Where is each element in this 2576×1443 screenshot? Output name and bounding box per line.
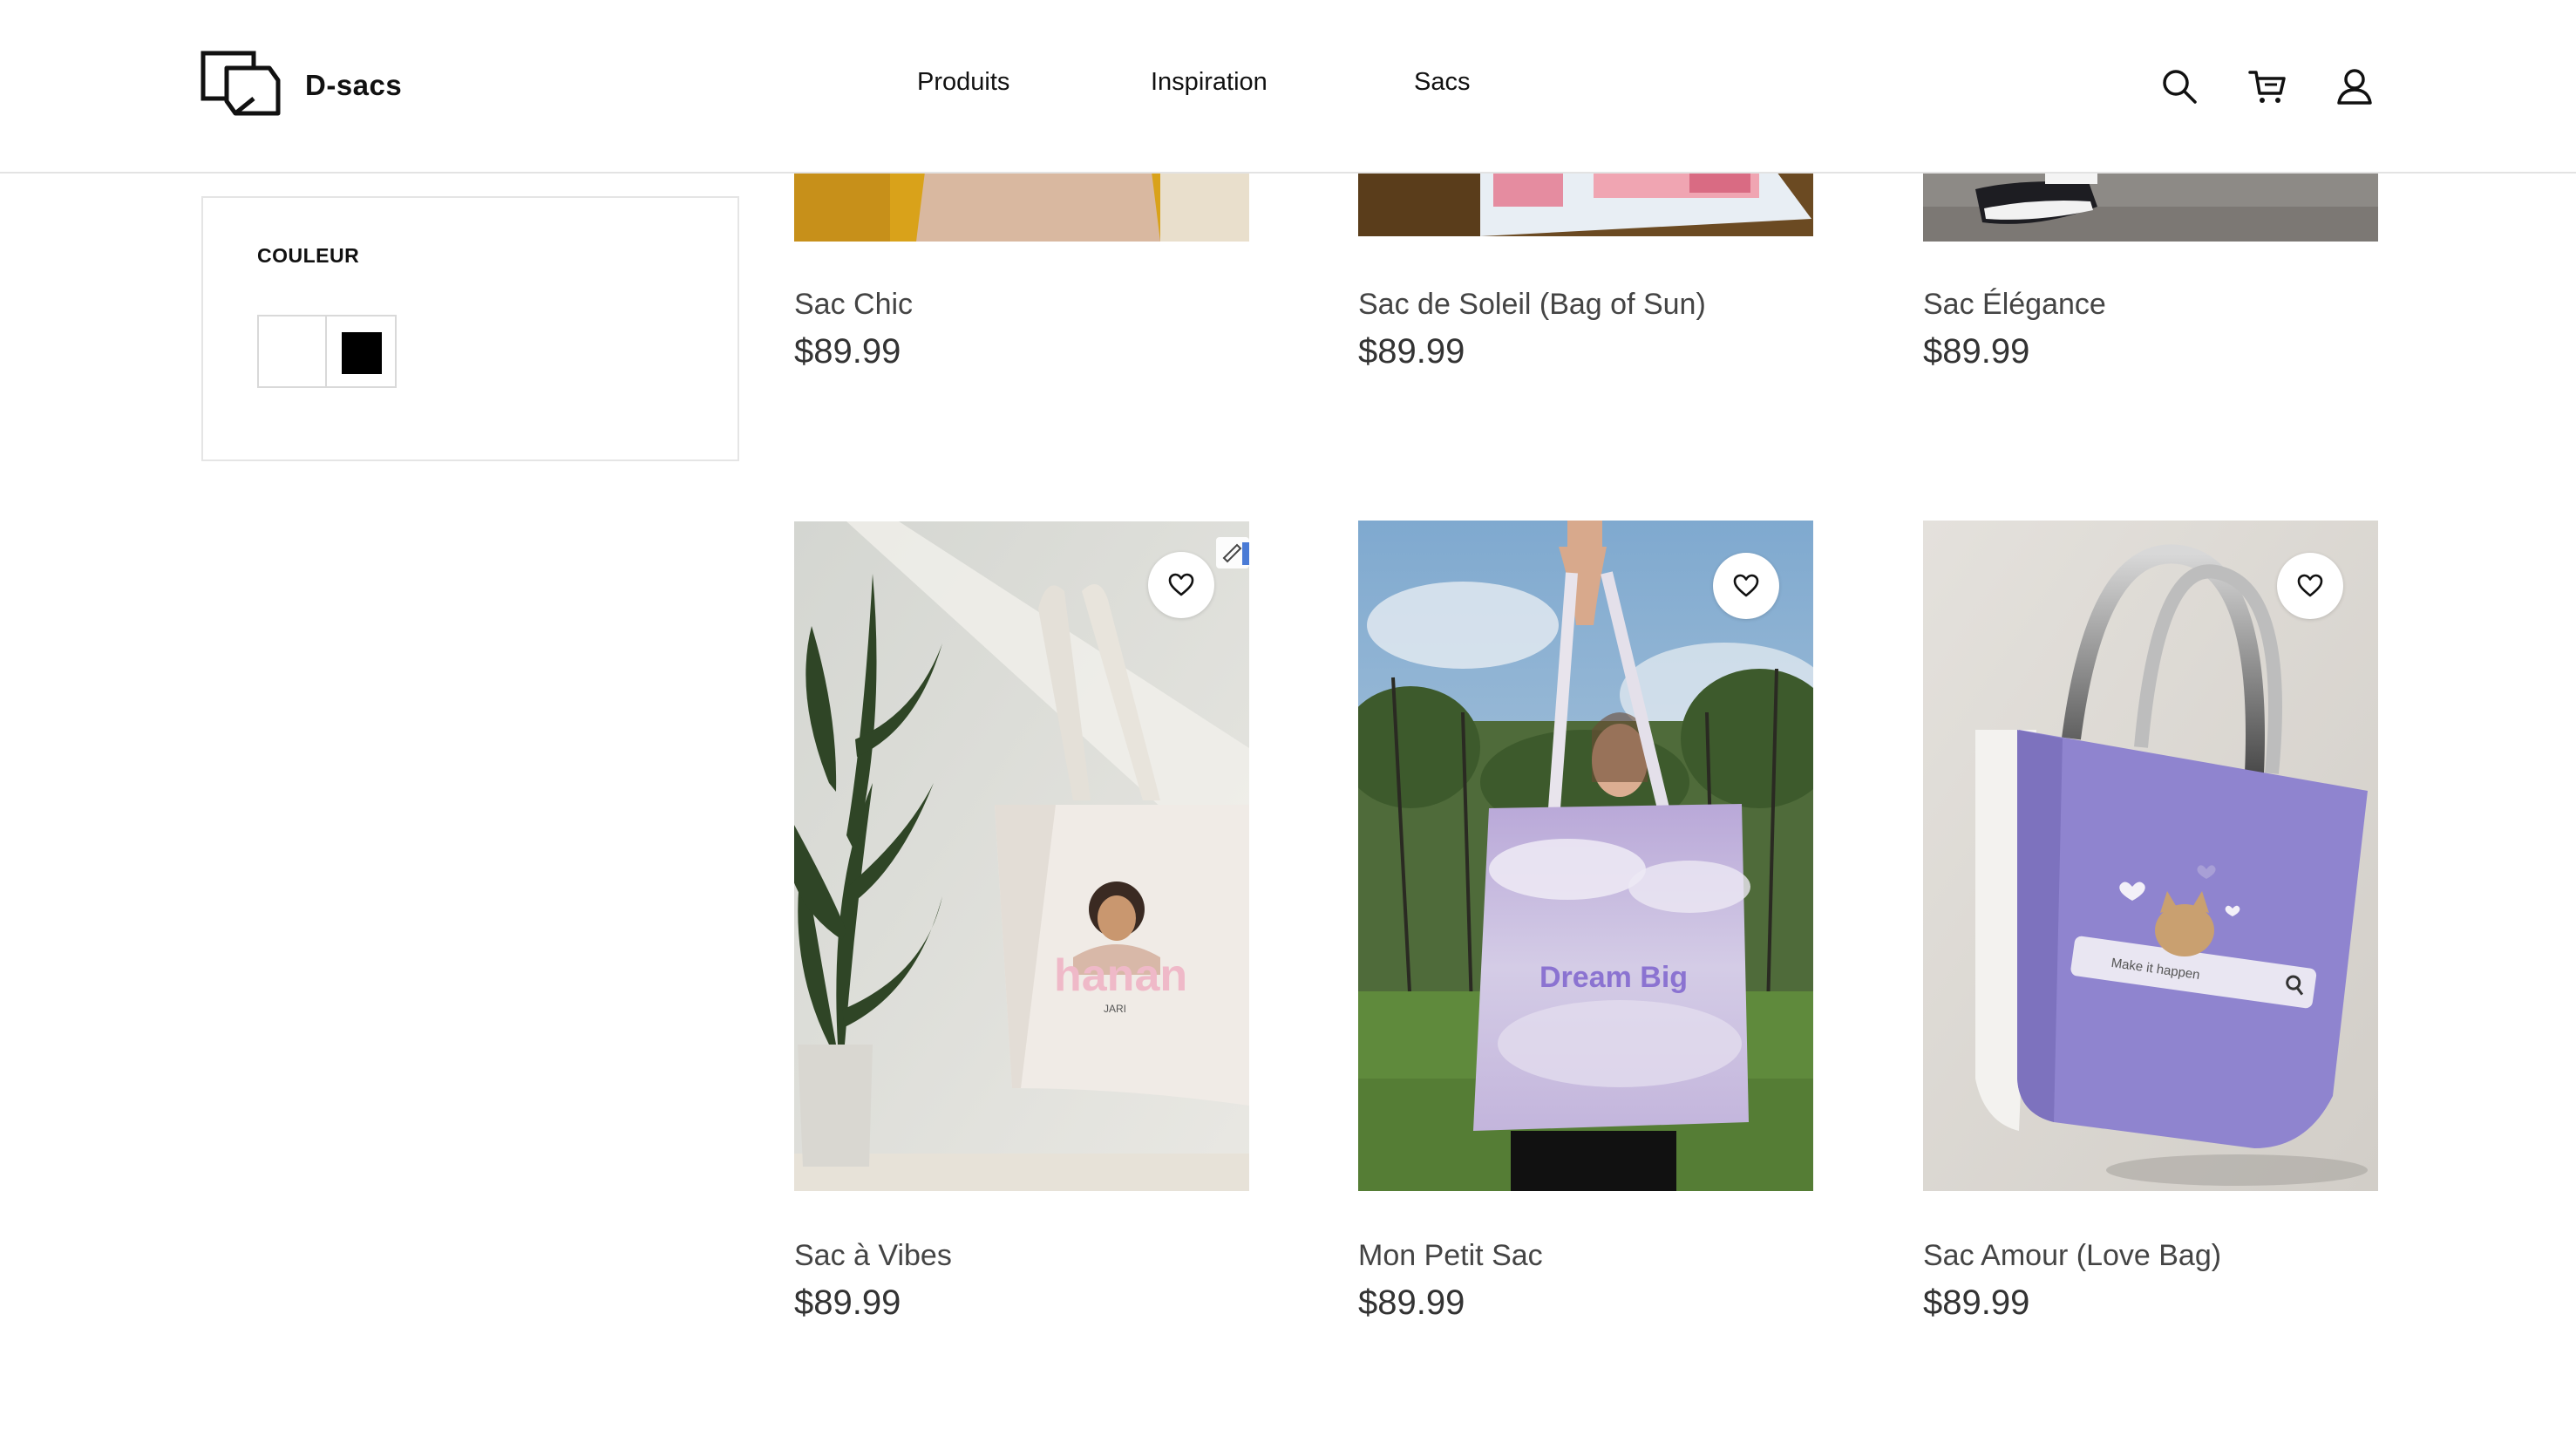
product-price: $89.99	[794, 332, 901, 371]
heart-icon	[2297, 574, 2323, 597]
product-image[interactable]: Make it happen	[1923, 521, 2378, 1191]
product-price: $89.99	[1923, 332, 2030, 371]
product-image[interactable]	[1358, 172, 1813, 236]
product-name[interactable]: Mon Petit Sac	[1358, 1239, 1543, 1273]
product-name[interactable]: Sac Chic	[794, 288, 913, 322]
heart-icon	[1733, 574, 1759, 597]
nav-produits[interactable]: Produits	[917, 68, 1009, 97]
favorite-button[interactable]	[2277, 553, 2343, 619]
color-swatch-black[interactable]	[327, 315, 397, 388]
product-price: $89.99	[794, 1283, 901, 1322]
filter-title: COULEUR	[257, 244, 360, 267]
product-image[interactable]	[1923, 172, 2378, 242]
product-name[interactable]: Sac de Soleil (Bag of Sun)	[1358, 288, 1706, 322]
product-price: $89.99	[1923, 1283, 2030, 1322]
color-swatches	[257, 315, 397, 388]
bag-print-subtext: JARI	[1104, 1003, 1126, 1015]
brand-name: D-sacs	[305, 69, 403, 101]
heart-icon	[1168, 573, 1194, 596]
product-name[interactable]: Sac Amour (Love Bag)	[1923, 1239, 2221, 1273]
user-icon[interactable]	[2335, 66, 2375, 106]
product-name[interactable]: Sac à Vibes	[794, 1239, 952, 1273]
cart-icon[interactable]	[2247, 66, 2287, 106]
product-image[interactable]	[794, 172, 1249, 242]
nav-inspiration[interactable]: Inspiration	[1151, 68, 1268, 97]
logo-icon	[201, 51, 282, 121]
search-icon[interactable]	[2159, 66, 2199, 106]
color-swatch-white[interactable]	[257, 315, 327, 388]
product-name[interactable]: Sac Élégance	[1923, 288, 2106, 322]
product-image[interactable]: Dream Big	[1358, 521, 1813, 1191]
brand-logo[interactable]: D-sacs	[201, 51, 403, 121]
bag-print-text: Dream Big	[1539, 961, 1688, 994]
site-header: D-sacs Produits Inspiration Sacs	[0, 0, 2576, 174]
color-filter-panel: COULEUR	[201, 196, 739, 461]
bag-print-text: hanan	[1054, 950, 1187, 1001]
nav-sacs[interactable]: Sacs	[1414, 68, 1470, 97]
product-price: $89.99	[1358, 332, 1465, 371]
swatch-color	[342, 332, 382, 374]
product-image[interactable]: hanan JARI	[794, 521, 1249, 1191]
swatch-color	[274, 332, 314, 374]
favorite-button[interactable]	[1713, 553, 1779, 619]
favorite-button[interactable]	[1148, 552, 1214, 618]
product-price: $89.99	[1358, 1283, 1465, 1322]
